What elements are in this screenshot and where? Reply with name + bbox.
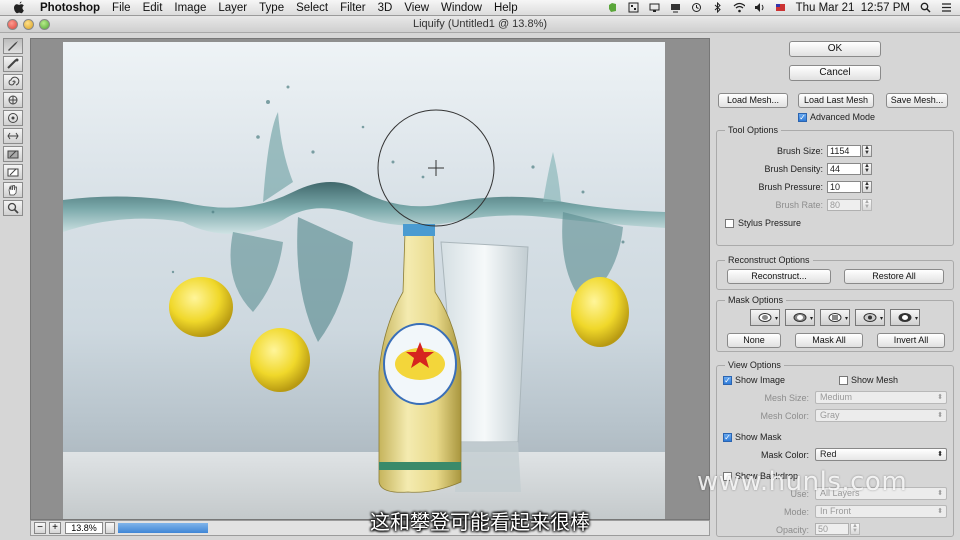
stylus-pressure-label: Stylus Pressure [738, 218, 802, 228]
menu-image[interactable]: Image [168, 2, 212, 14]
flag-icon[interactable] [775, 2, 787, 13]
menu-bar: Photoshop File Edit Image Layer Type Sel… [0, 0, 960, 16]
show-mask-label: Show Mask [735, 432, 782, 442]
show-mask-checkbox[interactable]: ✓ [723, 433, 732, 442]
reconstruct-button[interactable]: Reconstruct... [727, 269, 831, 284]
liquify-options-panel: OK Cancel Load Mesh... Load Last Mesh Sa… [712, 38, 958, 538]
time-machine-icon[interactable] [691, 2, 703, 13]
evernote-icon[interactable] [607, 2, 619, 13]
spotlight-icon[interactable] [919, 2, 931, 13]
liquify-window: Liquify (Untitled1 @ 13.8%) − + 13.8% OK… [0, 16, 960, 540]
brush-density-input[interactable]: 44 [827, 163, 861, 175]
thaw-mask-icon[interactable] [3, 164, 23, 180]
hand-icon[interactable] [3, 182, 23, 198]
menu-file[interactable]: File [106, 2, 137, 14]
menu-layer[interactable]: Layer [212, 2, 253, 14]
list-icon[interactable] [940, 2, 952, 13]
mask-all-button[interactable]: Mask All [795, 333, 863, 348]
brush-pressure-stepper[interactable]: ▲ ▼ [862, 181, 872, 193]
brush-size-input[interactable]: 1154 [827, 145, 861, 157]
title-bar: Liquify (Untitled1 @ 13.8%) [0, 16, 960, 33]
brush-density-stepper[interactable]: ▲ ▼ [862, 163, 872, 175]
menu-help[interactable]: Help [488, 2, 524, 14]
load-mesh-button[interactable]: Load Mesh... [718, 93, 788, 108]
wifi-icon[interactable] [733, 2, 745, 13]
mesh-size-label: Mesh Size: [764, 393, 809, 403]
brush-size-label: Brush Size: [776, 146, 823, 156]
advanced-mode-checkbox[interactable]: ✓ [798, 113, 807, 122]
show-image-checkbox[interactable]: ✓ [723, 376, 732, 385]
push-left-icon[interactable] [3, 128, 23, 144]
replace-selection-icon[interactable]: ▾ [750, 309, 780, 326]
tool-options-group: Tool Options Brush Size: 1154 ▲ ▼ Brush D… [716, 125, 954, 246]
invert-selection-icon[interactable]: ▾ [890, 309, 920, 326]
display-icon[interactable] [670, 2, 682, 13]
menu-select[interactable]: Select [290, 2, 334, 14]
bloat-icon[interactable] [3, 110, 23, 126]
preview-image[interactable] [63, 42, 665, 519]
bluetooth-icon[interactable] [712, 2, 724, 13]
menu-edit[interactable]: Edit [137, 2, 169, 14]
subtract-from-mask-icon[interactable]: ▾ [820, 309, 850, 326]
volume-icon[interactable] [754, 2, 766, 13]
show-image-label: Show Image [735, 375, 786, 385]
window-title: Liquify (Untitled1 @ 13.8%) [412, 18, 548, 30]
mesh-color-value: Gray [820, 410, 840, 420]
video-subtitle: 这和攀登可能看起来很棒 [370, 510, 590, 534]
mask-options-group: Mask Options ▾ ▾ ▾ ▾ ▾ None Mask All Inv… [716, 295, 954, 352]
restore-all-button[interactable]: Restore All [844, 269, 944, 284]
monitor-icon[interactable] [649, 2, 661, 13]
stylus-pressure-checkbox[interactable] [725, 219, 734, 228]
menu-type[interactable]: Type [253, 2, 290, 14]
mask-options-title: Mask Options [725, 295, 787, 305]
mask-color-value: Red [820, 449, 837, 459]
clock[interactable]: Thu Mar 21 12:57 PM [796, 2, 910, 14]
intersect-with-mask-icon[interactable]: ▾ [855, 309, 885, 326]
menu-3d[interactable]: 3D [372, 2, 399, 14]
mesh-size-select: Medium ⬍ [815, 391, 947, 404]
reconstruct-options-group: Reconstruct Options Reconstruct... Resto… [716, 255, 954, 290]
show-mesh-label: Show Mesh [851, 375, 899, 385]
reconstruct-options-title: Reconstruct Options [725, 255, 813, 265]
grid-icon[interactable] [628, 2, 640, 13]
advanced-mode-label: Advanced Mode [810, 112, 876, 122]
apple-icon[interactable] [12, 1, 26, 15]
brush-size-stepper[interactable]: ▲ ▼ [862, 145, 872, 157]
mesh-color-select: Gray ⬍ [815, 409, 947, 422]
invert-all-button[interactable]: Invert All [877, 333, 945, 348]
add-to-mask-icon[interactable]: ▾ [785, 309, 815, 326]
cancel-button[interactable]: Cancel [789, 65, 881, 81]
mask-none-button[interactable]: None [727, 333, 781, 348]
menu-view[interactable]: View [398, 2, 435, 14]
menu-window[interactable]: Window [435, 2, 488, 14]
menu-filter[interactable]: Filter [334, 2, 372, 14]
mask-color-select[interactable]: Red ⬍ [815, 448, 947, 461]
brush-pressure-label: Brush Pressure: [758, 182, 823, 192]
ok-button[interactable]: OK [789, 41, 881, 57]
brush-rate-label: Brush Rate: [775, 200, 823, 210]
forward-warp-icon[interactable] [3, 38, 23, 54]
menu-app-photoshop[interactable]: Photoshop [34, 2, 106, 14]
load-last-mesh-button[interactable]: Load Last Mesh [798, 93, 874, 108]
show-mesh-checkbox[interactable] [839, 376, 848, 385]
zoom-icon[interactable] [3, 200, 23, 216]
brush-pressure-input[interactable]: 10 [827, 181, 861, 193]
pucker-icon[interactable] [3, 92, 23, 108]
mesh-size-value: Medium [820, 392, 853, 402]
brush-density-label: Brush Density: [764, 164, 823, 174]
save-mesh-button[interactable]: Save Mesh... [886, 93, 948, 108]
freeze-mask-icon[interactable] [3, 146, 23, 162]
reconstruct-icon[interactable] [3, 56, 23, 72]
mesh-color-label: Mesh Color: [760, 411, 809, 421]
watermark: www.hunls.com [697, 467, 908, 497]
liquify-canvas[interactable] [30, 38, 710, 520]
brush-rate-stepper: ▲ ▼ [862, 199, 872, 211]
tool-options-title: Tool Options [725, 125, 782, 135]
brush-rate-input: 80 [827, 199, 861, 211]
twirl-icon[interactable] [3, 74, 23, 90]
mask-color-label: Mask Color: [760, 450, 809, 460]
view-options-title: View Options [725, 360, 784, 370]
liquify-toolbar [3, 38, 25, 218]
